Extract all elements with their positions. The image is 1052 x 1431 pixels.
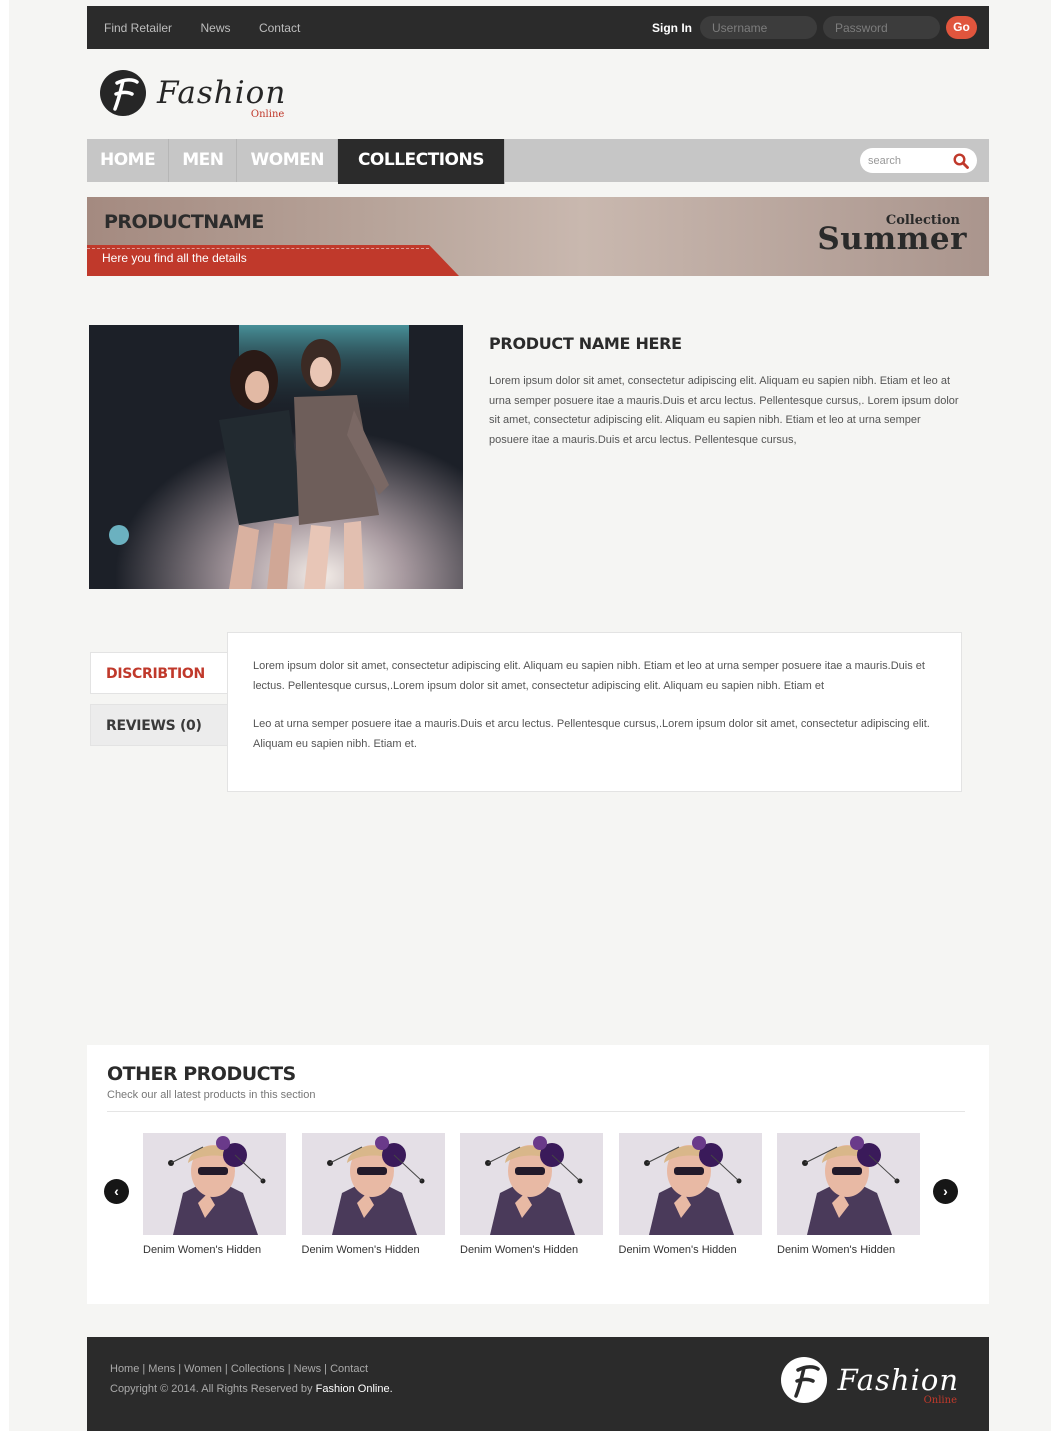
top-link-find-retailer[interactable]: Find Retailer	[104, 21, 172, 35]
nav-home[interactable]: HOME	[87, 139, 170, 182]
copyright-brand: Fashion Online.	[315, 1383, 393, 1395]
chevron-left-icon: ‹	[114, 1183, 119, 1199]
section-divider	[107, 1111, 965, 1112]
product-card-caption[interactable]: Denim Women's Hidden	[143, 1244, 286, 1256]
product-card-caption[interactable]: Denim Women's Hidden	[302, 1244, 445, 1256]
banner-tagline: Here you find all the details	[87, 245, 459, 276]
product-thumbnail[interactable]	[618, 1133, 762, 1235]
product-thumbnail-image	[777, 1133, 920, 1235]
product-thumbnail[interactable]	[777, 1133, 920, 1235]
nav-collections[interactable]: COLLECTIONS	[337, 139, 505, 184]
tab-content-paragraph: Lorem ipsum dolor sit amet, consectetur …	[253, 660, 925, 692]
tab-description[interactable]: DISCRIBTION	[90, 652, 230, 694]
brand-sub: Online	[250, 109, 285, 120]
product-title: PRODUCT NAME HERE	[489, 334, 682, 353]
banner-season: Summer	[817, 221, 967, 257]
product-description: Lorem ipsum dolor sit amet, consectetur …	[489, 375, 959, 446]
brand-sub: Online	[923, 1395, 957, 1406]
top-link-contact[interactable]: Contact	[259, 21, 300, 35]
product-card-caption[interactable]: Denim Women's Hidden	[777, 1244, 920, 1256]
other-products-title: OTHER PRODUCTS	[107, 1063, 296, 1085]
copyright-text: Copyright © 2014. All Rights Reserved by	[110, 1383, 316, 1395]
tab-panel: Lorem ipsum dolor sit amet, consectetur …	[227, 632, 962, 792]
brand-name: Fashion	[157, 75, 287, 111]
carousel-next-button[interactable]: ›	[933, 1179, 958, 1204]
nav-women[interactable]: WOMEN	[237, 139, 338, 182]
signin-label: Sign In	[652, 20, 692, 35]
product-card[interactable]: Denim Women's Hidden	[618, 1133, 762, 1256]
search-icon[interactable]	[953, 152, 969, 169]
footer: Home | Mens | Women | Collections | News…	[87, 1337, 989, 1431]
nav-men[interactable]: MEN	[169, 139, 238, 182]
tab-reviews[interactable]: REVIEWS (0)	[90, 704, 230, 746]
product-card[interactable]: Denim Women's Hidden	[301, 1133, 445, 1256]
footer-logo[interactable]: Fashion Online	[780, 1356, 959, 1406]
go-button[interactable]: Go	[946, 16, 977, 39]
search-input[interactable]	[868, 154, 948, 167]
product-thumbnail[interactable]	[143, 1133, 286, 1235]
chevron-right-icon: ›	[943, 1183, 948, 1199]
username-input[interactable]	[700, 16, 817, 39]
page: Find Retailer News Contact Sign In Go Fa…	[9, 0, 1051, 1431]
site-logo[interactable]: Fashion Online	[87, 66, 989, 120]
product-image	[89, 325, 463, 589]
other-products-section: OTHER PRODUCTS Check our all latest prod…	[87, 1045, 989, 1304]
footer-logo-wordmark: Fashion Online	[837, 1363, 959, 1406]
product-card[interactable]: Denim Women's Hidden	[777, 1133, 920, 1256]
fashion-logo-icon	[780, 1357, 827, 1403]
search-box	[860, 148, 977, 173]
carousel-prev-button[interactable]: ‹	[104, 1179, 129, 1204]
product-thumbnail[interactable]	[301, 1133, 445, 1235]
other-products-subtitle: Check our all latest products in this se…	[107, 1089, 316, 1101]
footer-links[interactable]: Home | Mens | Women | Collections | News…	[110, 1363, 368, 1375]
brand-name: Fashion	[837, 1363, 959, 1397]
tab-content-paragraph: Leo at urna semper posuere itae a mauris…	[253, 718, 930, 750]
product-carousel: Denim Women's Hidden Denim Women's Hidde…	[143, 1133, 936, 1256]
footer-copyright: Copyright © 2014. All Rights Reserved by…	[110, 1383, 393, 1395]
banner-product-name: PRODUCTNAME	[104, 211, 264, 233]
password-input[interactable]	[823, 16, 940, 39]
product-thumbnail-image	[618, 1133, 762, 1235]
product-thumbnail-image	[143, 1133, 286, 1235]
logo-wordmark: Fashion Online	[157, 75, 287, 120]
product-photo	[89, 325, 463, 589]
product-card[interactable]: Denim Women's Hidden	[143, 1133, 286, 1256]
main-nav: HOME MEN WOMEN COLLECTIONS	[87, 139, 989, 184]
product-thumbnail[interactable]	[460, 1133, 603, 1235]
product-banner: PRODUCTNAME Here you find all the detail…	[87, 197, 989, 276]
product-tabs: DISCRIBTION REVIEWS (0)	[90, 652, 230, 746]
product-card-caption[interactable]: Denim Women's Hidden	[460, 1244, 603, 1256]
product-card-caption[interactable]: Denim Women's Hidden	[619, 1244, 762, 1256]
top-link-news[interactable]: News	[200, 21, 230, 35]
top-bar: Find Retailer News Contact Sign In Go	[87, 6, 989, 49]
fashion-logo-icon	[100, 70, 146, 116]
product-thumbnail-image	[460, 1133, 603, 1235]
product-card[interactable]: Denim Women's Hidden	[460, 1133, 603, 1256]
product-thumbnail-image	[301, 1133, 445, 1235]
top-nav: Find Retailer News Contact	[104, 19, 324, 37]
signin-form: Sign In Go	[652, 16, 977, 39]
